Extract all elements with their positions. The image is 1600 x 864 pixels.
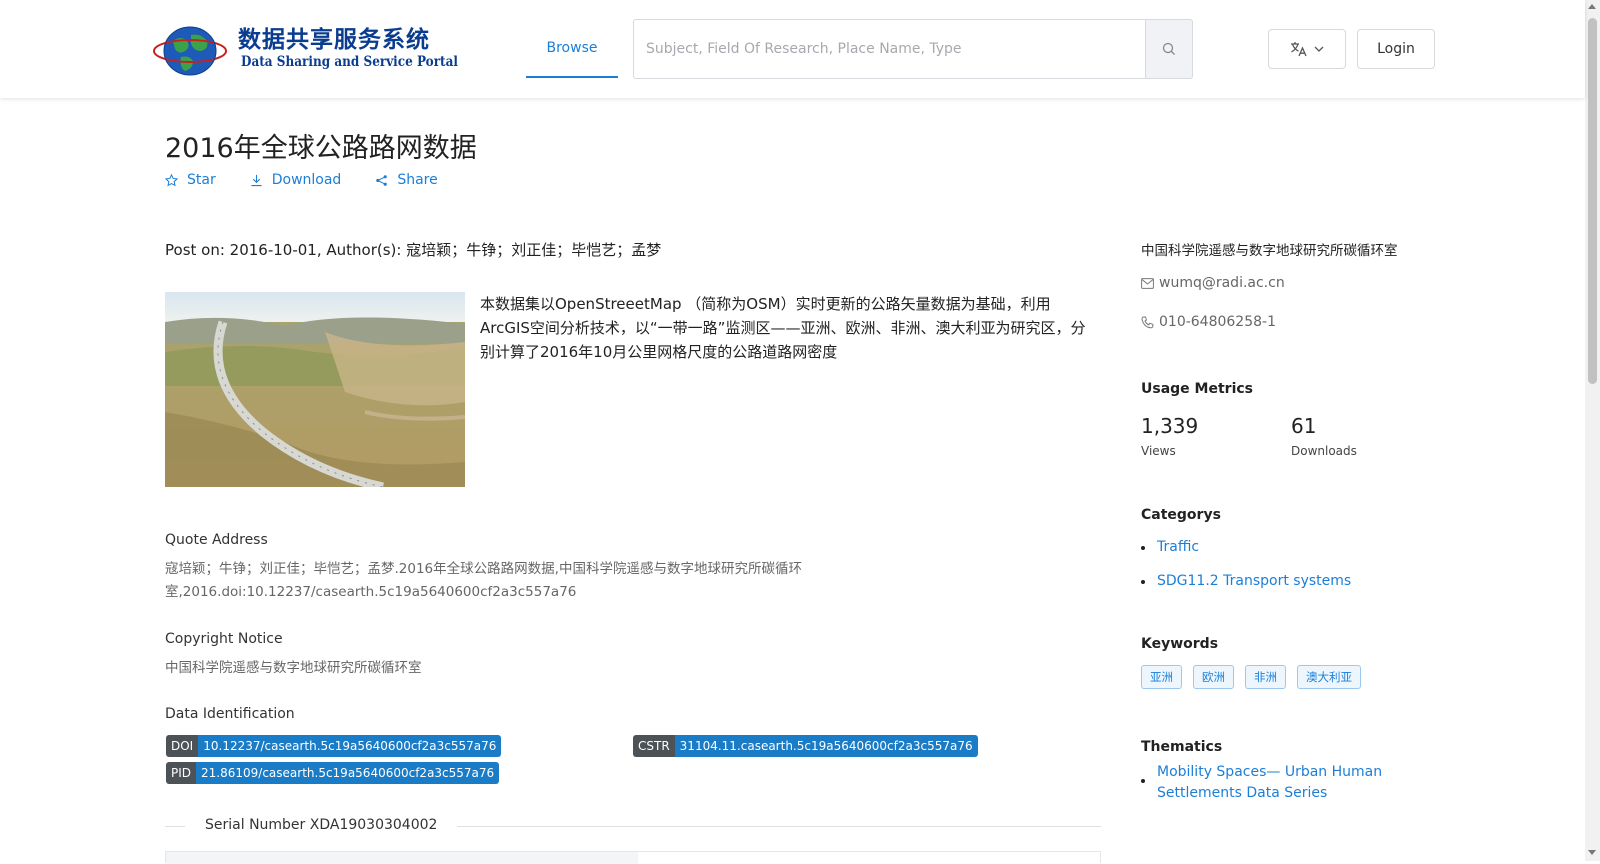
language-switch-button[interactable] — [1268, 29, 1346, 69]
logo-english-text: Data Sharing and Service Portal — [241, 54, 458, 70]
download-label: Download — [271, 172, 342, 188]
keyword-tag[interactable]: 欧洲 — [1193, 665, 1234, 689]
download-icon — [251, 174, 262, 186]
organization-name: 中国科学院遥感与数字地球研究所碳循环室 — [1141, 243, 1398, 259]
thematic-link[interactable]: Mobility Spaces— Urban Human Settlements… — [1157, 762, 1401, 804]
doi-badge[interactable]: DOI 10.12237/casearth.5c19a5640600cf2a3c… — [166, 735, 502, 757]
divider-right — [457, 826, 1101, 827]
bullet — [1141, 580, 1145, 584]
page-scrollbar[interactable] — [1585, 0, 1600, 861]
thematic-item[interactable]: Mobility Spaces— Urban Human Settlements… — [1141, 762, 1401, 804]
star-button[interactable]: Star — [165, 172, 216, 188]
bullet — [1141, 779, 1145, 783]
search-icon — [1162, 42, 1175, 55]
logo-chinese-text: 数据共享服务系统 — [238, 27, 430, 53]
dataset-thumbnail — [165, 292, 465, 487]
search-input[interactable] — [633, 19, 1146, 79]
doi-value: 10.12237/casearth.5c19a5640600cf2a3c557a… — [198, 735, 502, 757]
dataset-actions: Star Download Share — [165, 172, 438, 188]
scroll-up-arrow-icon[interactable] — [1588, 4, 1596, 9]
mail-icon — [1141, 277, 1154, 289]
translate-icon — [1291, 42, 1307, 57]
pid-label: PID — [166, 762, 197, 784]
share-label: Share — [397, 172, 438, 188]
top-header: 数据共享服务系统 Data Sharing and Service Portal… — [0, 0, 1585, 98]
quote-address-text: 寇培颖；牛铮；刘正佳；毕恺艺；孟梦.2016年全球公路路网数据,中国科学院遥感与… — [165, 561, 802, 600]
usage-metrics-heading: Usage Metrics — [1141, 381, 1253, 397]
highway-photo — [165, 292, 465, 487]
thematics-heading: Thematics — [1141, 739, 1223, 755]
files-table — [165, 851, 1101, 864]
keyword-tag[interactable]: 非洲 — [1245, 665, 1286, 689]
category-link[interactable]: SDG11.2 Transport systems — [1157, 571, 1351, 592]
dataset-title: 2016年全球公路路网数据 — [165, 133, 477, 164]
scroll-down-arrow-icon[interactable] — [1588, 850, 1596, 855]
keywords-heading: Keywords — [1141, 636, 1219, 652]
cstr-badge[interactable]: CSTR 31104.11.casearth.5c19a5640600cf2a3… — [633, 735, 978, 757]
star-icon — [165, 173, 178, 186]
contact-email: wumq@radi.ac.cn — [1141, 275, 1285, 291]
views-count: 1,339 — [1141, 414, 1199, 438]
downloads-label: Downloads — [1291, 444, 1357, 458]
keyword-tag[interactable]: 澳大利亚 — [1297, 665, 1361, 689]
serial-number-divider: Serial Number XDA19030304002 — [165, 817, 1101, 837]
bullet — [1141, 546, 1145, 550]
scrollbar-thumb[interactable] — [1588, 18, 1597, 384]
email-text: wumq@radi.ac.cn — [1159, 275, 1285, 291]
contact-phone: 010-64806258-1 — [1141, 314, 1276, 330]
globe-logo-icon — [153, 26, 227, 76]
cstr-label: CSTR — [633, 735, 675, 757]
cstr-value: 31104.11.casearth.5c19a5640600cf2a3c557a… — [674, 735, 978, 757]
nav-browse-tab[interactable]: Browse — [526, 20, 618, 78]
downloads-count: 61 — [1291, 414, 1317, 438]
data-identification-heading: Data Identification — [165, 706, 295, 722]
dataset-abstract: 本数据集以OpenStreeetMap （简称为OSM）实时更新的公路矢量数据为… — [480, 295, 1086, 361]
quote-address-heading: Quote Address — [165, 532, 268, 548]
views-label: Views — [1141, 444, 1176, 458]
download-button[interactable]: Download — [250, 172, 342, 188]
share-icon — [376, 174, 388, 186]
star-label: Star — [187, 172, 216, 188]
post-info: Post on: 2016-10-01, Author(s): 寇培颖；牛铮；刘… — [165, 241, 662, 259]
serial-number: Serial Number XDA19030304002 — [205, 817, 438, 833]
categories-heading: Categorys — [1141, 507, 1221, 523]
phone-text: 010-64806258-1 — [1159, 314, 1276, 330]
pid-value: 21.86109/casearth.5c19a5640600cf2a3c557a… — [196, 762, 500, 784]
search-button[interactable] — [1145, 19, 1193, 79]
category-item[interactable]: SDG11.2 Transport systems — [1141, 571, 1351, 592]
divider-left — [165, 826, 185, 827]
share-button[interactable]: Share — [375, 172, 438, 188]
chevron-down-icon — [1314, 46, 1324, 52]
files-table-header-cell — [166, 852, 638, 864]
copyright-text: 中国科学院遥感与数字地球研究所碳循环室 — [165, 660, 422, 676]
login-button[interactable]: Login — [1357, 29, 1435, 69]
keyword-tag[interactable]: 亚洲 — [1141, 665, 1182, 689]
doi-label: DOI — [166, 735, 199, 757]
phone-icon — [1141, 316, 1154, 328]
category-link[interactable]: Traffic — [1157, 537, 1199, 558]
copyright-heading: Copyright Notice — [165, 631, 283, 647]
portal-logo[interactable]: 数据共享服务系统 Data Sharing and Service Portal — [153, 17, 458, 81]
category-item[interactable]: Traffic — [1141, 537, 1199, 558]
pid-badge[interactable]: PID 21.86109/casearth.5c19a5640600cf2a3c… — [166, 762, 500, 784]
